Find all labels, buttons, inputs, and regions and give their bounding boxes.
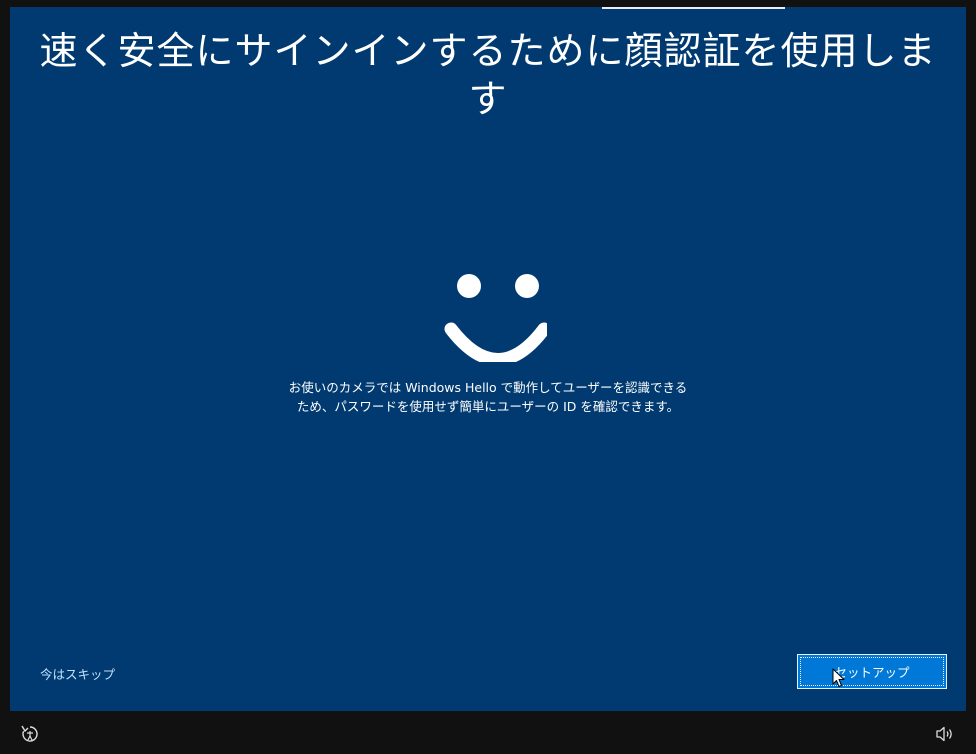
taskbar xyxy=(0,712,976,754)
speaker-volume-icon[interactable] xyxy=(934,724,956,744)
ease-of-access-icon[interactable] xyxy=(20,724,40,744)
smiley-face-icon xyxy=(444,274,547,362)
description-line-2: ため、パスワードを使用せず簡単にユーザーの ID を確認できます。 xyxy=(296,399,680,414)
oobe-window: 速く安全にサインインするために顔認証を使用します お使いのカメラでは Windo… xyxy=(10,7,966,711)
description-line-1: お使いのカメラでは Windows Hello で動作してユーザーを認識できる xyxy=(288,380,688,395)
setup-button-label: セットアップ xyxy=(834,665,910,680)
page-title: 速く安全にサインインするために顔認証を使用します xyxy=(39,29,937,121)
screen-frame: 速く安全にサインインするために顔認証を使用します お使いのカメラでは Windo… xyxy=(0,0,976,754)
skip-link[interactable]: 今はスキップ xyxy=(40,664,115,683)
description-text: お使いのカメラでは Windows Hello で動作してユーザーを認識できる … xyxy=(210,378,766,416)
progress-indicator xyxy=(602,7,785,9)
setup-button[interactable]: セットアップ xyxy=(797,654,947,689)
